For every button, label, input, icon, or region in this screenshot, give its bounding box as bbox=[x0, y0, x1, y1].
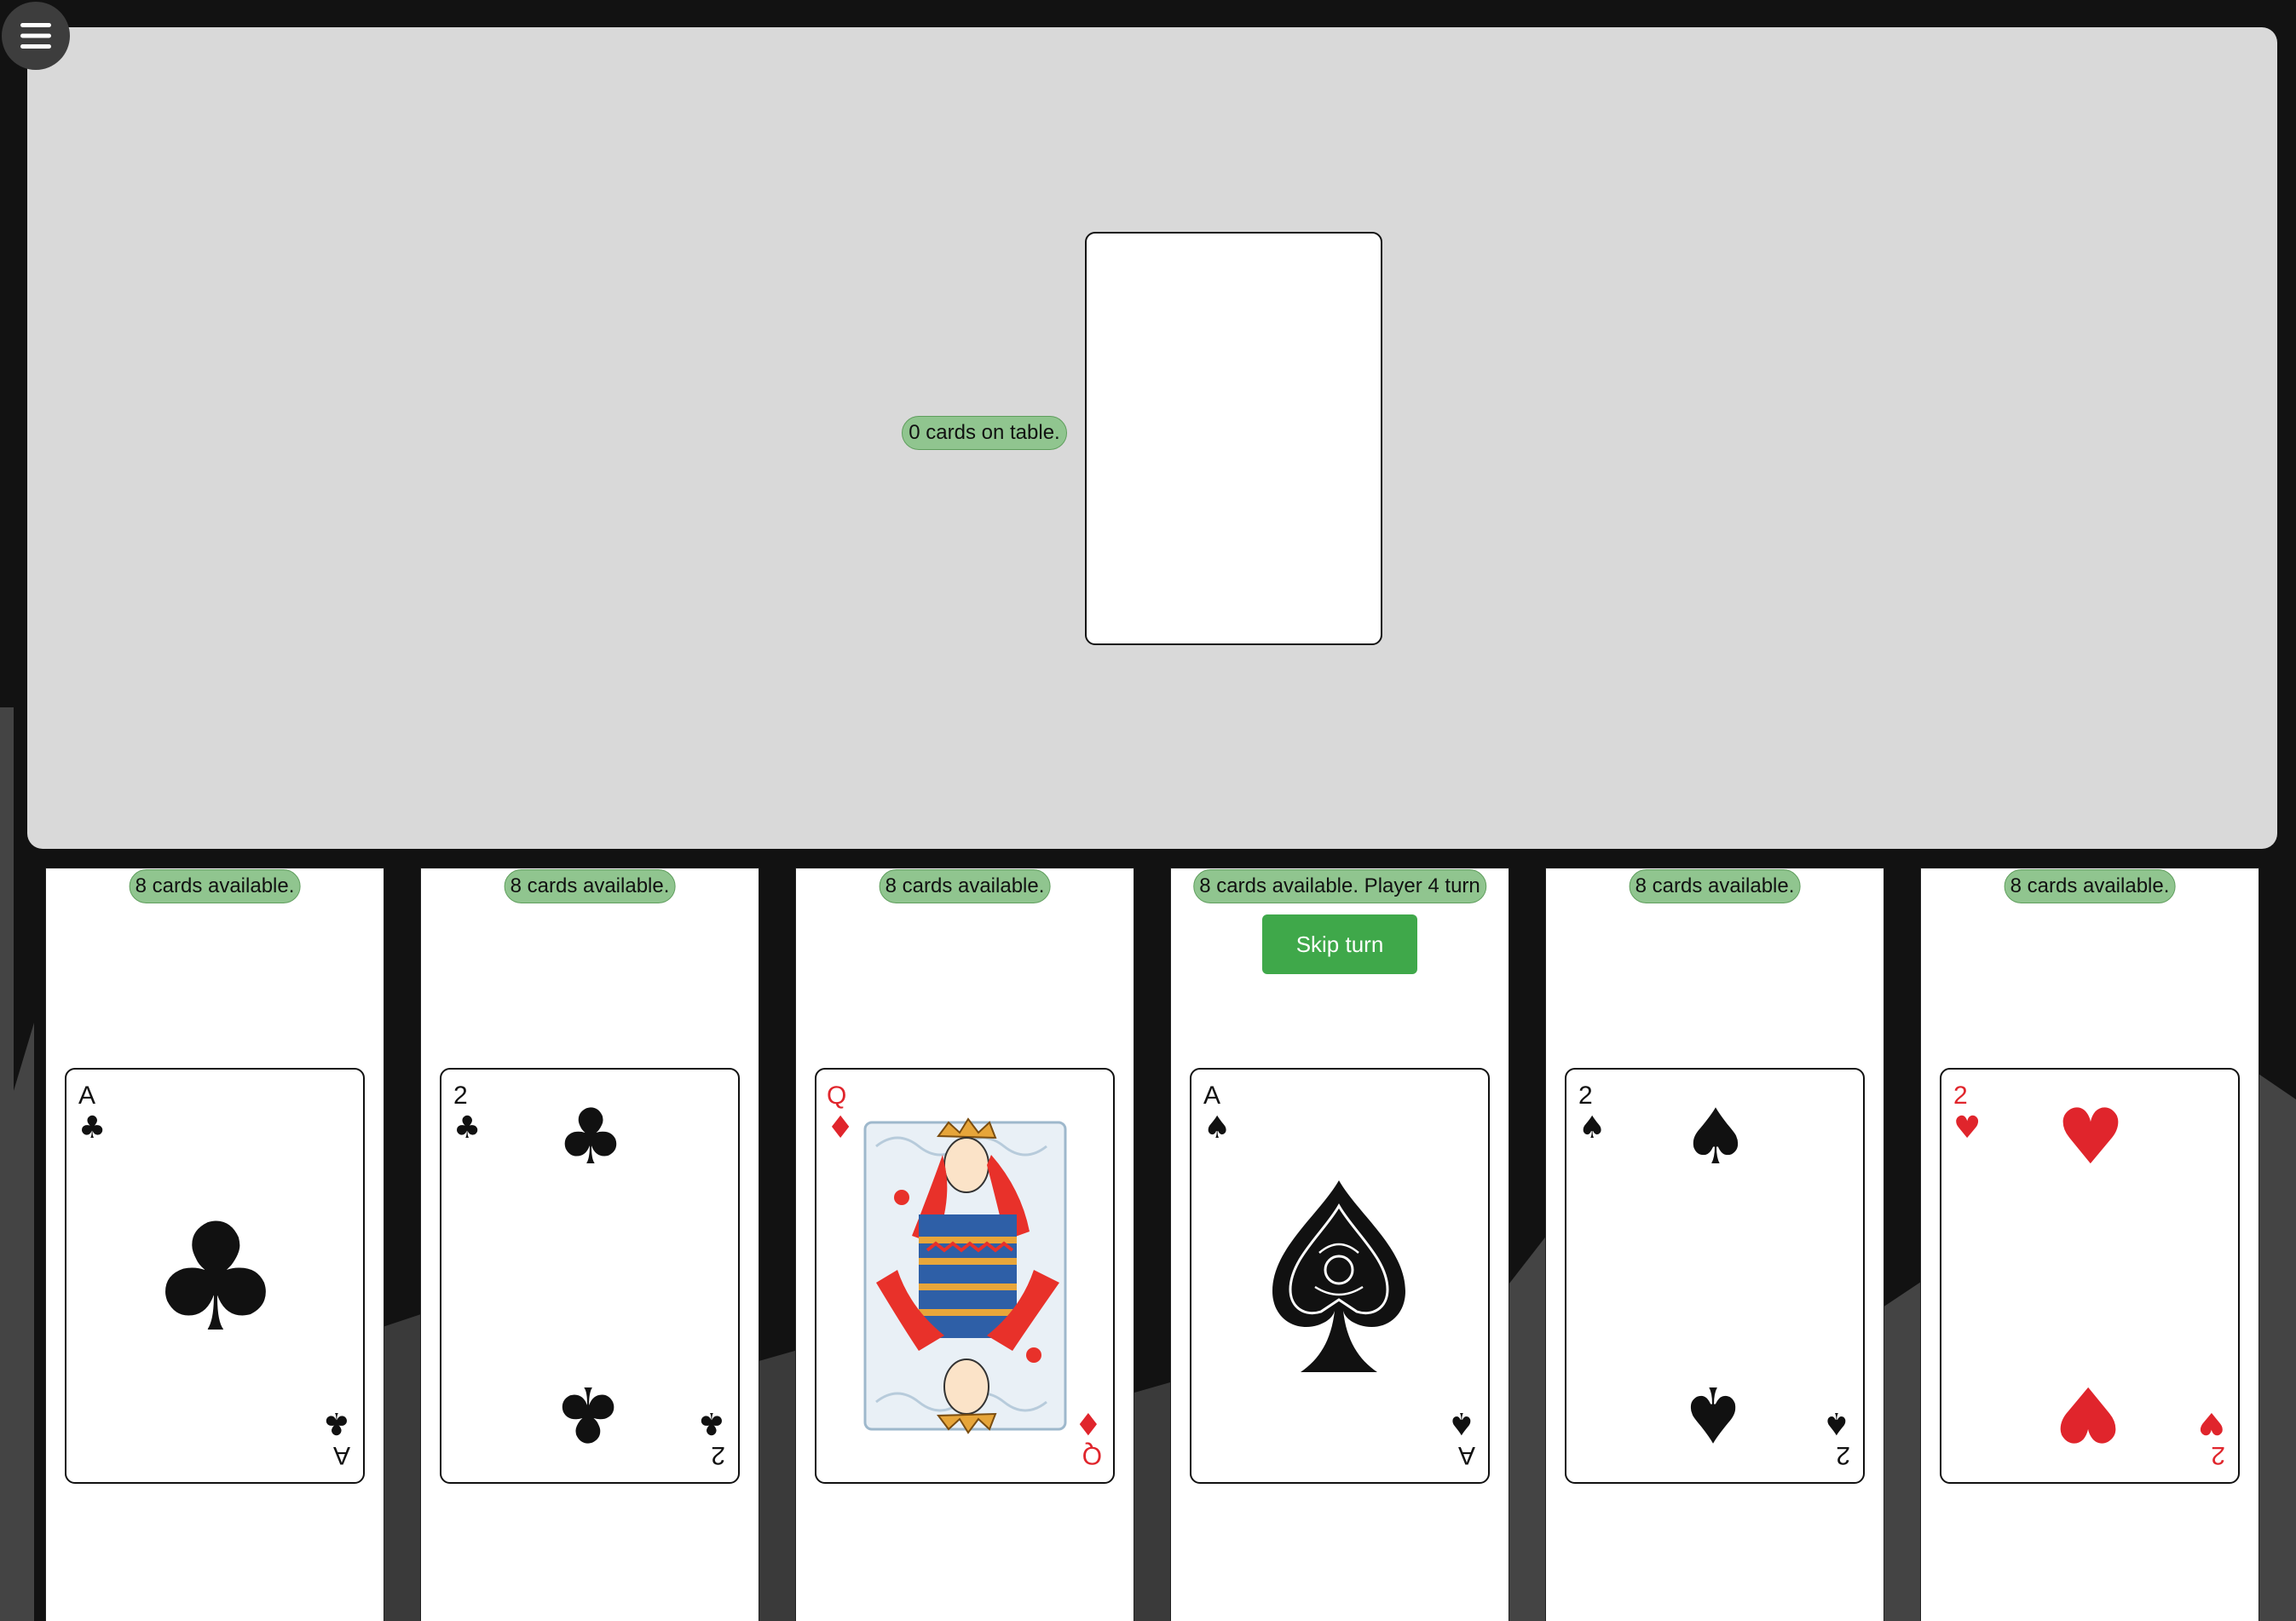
player-6-panel: 8 cards available. 2 ♥ ♥ 2 ♥ ♥ bbox=[1920, 868, 2259, 1621]
table-card-slot bbox=[1085, 232, 1382, 645]
skip-turn-button[interactable]: Skip turn bbox=[1262, 914, 1417, 974]
svg-text:A: A bbox=[1458, 1441, 1475, 1469]
ornate-spade-icon bbox=[1272, 1180, 1405, 1372]
svg-text:Q: Q bbox=[827, 1082, 846, 1110]
svg-text:♠: ♠ bbox=[1448, 1405, 1475, 1440]
spades-icon: ♠ bbox=[1682, 1093, 1751, 1182]
player-4-status: 8 cards available. Player 4 turn bbox=[1193, 869, 1486, 903]
two-of-spades-face: 2 ♠ ♠ 2 ♠ ♠ bbox=[1578, 1082, 1850, 1469]
clubs-icon: ♣ bbox=[149, 1192, 283, 1365]
player-3-panel: 8 cards available. Q ♦ Q ♦ bbox=[795, 868, 1134, 1621]
player-6-status: 8 cards available. bbox=[2004, 869, 2176, 903]
svg-text:A: A bbox=[333, 1441, 350, 1469]
menu-button[interactable] bbox=[2, 2, 70, 70]
svg-text:♦: ♦ bbox=[1075, 1405, 1102, 1440]
svg-text:♣: ♣ bbox=[323, 1405, 350, 1440]
svg-text:♥: ♥ bbox=[1953, 1110, 1981, 1145]
svg-text:♠: ♠ bbox=[1823, 1405, 1850, 1440]
svg-text:2: 2 bbox=[1953, 1082, 1968, 1110]
svg-text:A: A bbox=[78, 1082, 95, 1110]
svg-text:♠: ♠ bbox=[1578, 1110, 1606, 1145]
svg-text:♥: ♥ bbox=[2198, 1405, 2225, 1440]
player-5-card-two-of-spades[interactable]: 2 ♠ ♠ 2 ♠ ♠ bbox=[1565, 1068, 1865, 1484]
ace-of-clubs-face: A ♣ ♣ A ♣ bbox=[78, 1082, 350, 1469]
player-2-panel: 8 cards available. 2 ♣ ♣ 2 ♣ ♣ bbox=[420, 868, 759, 1621]
svg-text:♣: ♣ bbox=[698, 1405, 725, 1440]
svg-text:2: 2 bbox=[2211, 1441, 2225, 1469]
svg-text:♠: ♠ bbox=[1203, 1110, 1231, 1145]
ace-of-spades-face: A ♠ A ♠ bbox=[1203, 1082, 1475, 1469]
svg-text:♣: ♣ bbox=[453, 1110, 481, 1145]
table-area: 0 cards on table. bbox=[27, 27, 2277, 849]
hearts-icon: ♥ bbox=[2054, 1369, 2123, 1458]
table-card-count: 0 cards on table. bbox=[902, 416, 1067, 450]
queen-of-diamonds-face: Q ♦ Q ♦ bbox=[827, 1082, 1102, 1469]
svg-text:2: 2 bbox=[453, 1082, 468, 1110]
player-3-status: 8 cards available. bbox=[879, 869, 1051, 903]
player-4-panel: 8 cards available. Player 4 turn Skip tu… bbox=[1170, 868, 1509, 1621]
player-4-card-ace-of-spades[interactable]: A ♠ A ♠ bbox=[1190, 1068, 1490, 1484]
two-of-clubs-face: 2 ♣ ♣ 2 ♣ ♣ bbox=[453, 1082, 725, 1469]
hearts-icon: ♥ bbox=[2057, 1093, 2126, 1182]
player-6-card-two-of-hearts[interactable]: 2 ♥ ♥ 2 ♥ ♥ bbox=[1940, 1068, 2240, 1484]
player-1-card-ace-of-clubs[interactable]: A ♣ ♣ A ♣ bbox=[65, 1068, 365, 1484]
svg-text:Q: Q bbox=[1082, 1441, 1102, 1469]
svg-text:♦: ♦ bbox=[827, 1110, 854, 1145]
two-of-hearts-face: 2 ♥ ♥ 2 ♥ ♥ bbox=[1953, 1082, 2225, 1469]
player-2-card-two-of-clubs[interactable]: 2 ♣ ♣ 2 ♣ ♣ bbox=[440, 1068, 740, 1484]
player-3-card-queen-of-diamonds[interactable]: Q ♦ Q ♦ bbox=[815, 1068, 1115, 1484]
player-1-status: 8 cards available. bbox=[129, 869, 301, 903]
clubs-icon: ♣ bbox=[554, 1369, 623, 1458]
svg-text:♣: ♣ bbox=[78, 1110, 106, 1145]
queen-portrait-icon bbox=[863, 1117, 1067, 1434]
spades-icon: ♠ bbox=[1679, 1369, 1748, 1458]
svg-text:A: A bbox=[1203, 1082, 1220, 1110]
svg-text:2: 2 bbox=[1836, 1441, 1850, 1469]
hamburger-menu-icon bbox=[20, 23, 51, 49]
player-2-status: 8 cards available. bbox=[504, 869, 676, 903]
svg-text:2: 2 bbox=[711, 1441, 725, 1469]
svg-text:2: 2 bbox=[1578, 1082, 1593, 1110]
player-1-panel: 8 cards available. A ♣ ♣ A ♣ bbox=[45, 868, 384, 1621]
player-5-status: 8 cards available. bbox=[1629, 869, 1801, 903]
clubs-icon: ♣ bbox=[557, 1093, 626, 1182]
player-5-panel: 8 cards available. 2 ♠ ♠ 2 ♠ ♠ bbox=[1545, 868, 1884, 1621]
